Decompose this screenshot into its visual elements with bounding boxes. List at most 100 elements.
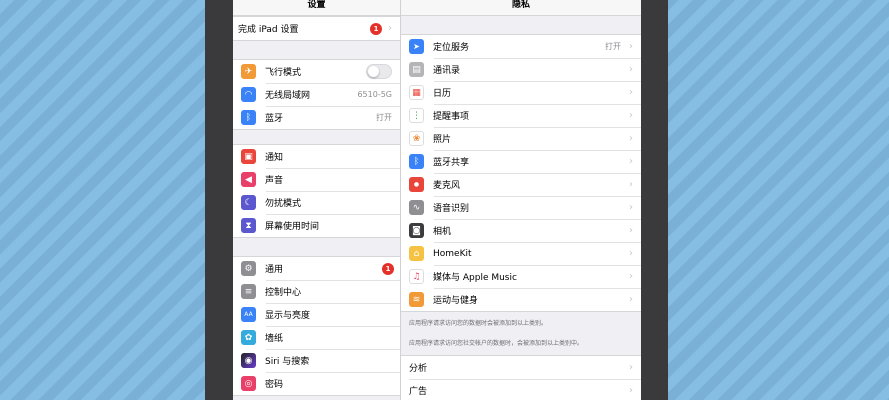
notifications-group: ▣ 通知 ◀ 声音 ☾ 勿扰模式 ⧗ 屏幕使用时间: [233, 144, 400, 238]
setup-badge: 1: [370, 22, 382, 35]
music-note-icon: ♫: [409, 269, 424, 284]
siri-search-row[interactable]: ◉ Siri 与搜索: [233, 349, 400, 372]
switches-icon: ≡: [241, 284, 256, 299]
hourglass-icon: ⧗: [241, 218, 256, 233]
passcode-row[interactable]: ◎ 密码: [233, 372, 400, 395]
sounds-label: 声音: [265, 176, 284, 186]
location-arrow-icon: ➤: [409, 39, 424, 54]
wallpaper-row[interactable]: ✿ 墙纸: [233, 326, 400, 349]
bluetooth-value: 打开: [376, 113, 392, 122]
gear-icon: ⚙: [241, 261, 256, 276]
contacts-label: 通讯录: [433, 66, 461, 76]
home-icon: ⌂: [409, 246, 424, 261]
chevron-right-icon: ›: [629, 385, 633, 396]
analytics-ads-group: 分析 › 广告 ›: [401, 355, 641, 400]
camera-label: 相机: [433, 227, 452, 237]
chevron-right-icon: ›: [629, 362, 633, 373]
chevron-right-icon: ›: [629, 202, 633, 213]
contacts-icon: ▤: [409, 62, 424, 77]
advertising-row[interactable]: 广告 ›: [401, 379, 641, 400]
reminders-row[interactable]: ⋮ 提醒事项 ›: [401, 104, 641, 127]
calendars-row[interactable]: ▦ 日历 ›: [401, 81, 641, 104]
chevron-right-icon: ›: [629, 179, 633, 190]
motion-fitness-row[interactable]: ≋ 运动与健身 ›: [401, 288, 641, 311]
text-size-icon: AA: [241, 307, 256, 322]
airplane-mode-toggle[interactable]: [366, 64, 392, 79]
fingerprint-icon: ◎: [241, 376, 256, 391]
photos-label: 照片: [433, 135, 452, 145]
location-services-row[interactable]: ➤ 定位服务 打开 ›: [401, 35, 641, 58]
microphone-label: 麦克风: [433, 181, 461, 191]
camera-row[interactable]: ◙ 相机 ›: [401, 219, 641, 242]
wifi-value: 6510-5G: [357, 90, 392, 99]
display-brightness-label: 显示与亮度: [265, 311, 311, 321]
media-apple-music-label: 媒体与 Apple Music: [433, 273, 517, 283]
bluetooth-row[interactable]: ᛒ 蓝牙 打开: [233, 106, 400, 129]
notifications-label: 通知: [265, 153, 284, 163]
screen-time-label: 屏幕使用时间: [265, 222, 320, 232]
airplane-mode-row[interactable]: ✈ 飞行模式: [233, 60, 400, 83]
notification-icon: ▣: [241, 149, 256, 164]
motion-fitness-label: 运动与健身: [433, 296, 479, 306]
chevron-right-icon: ›: [629, 294, 633, 305]
analytics-row[interactable]: 分析 ›: [401, 356, 641, 379]
wallpaper-label: 墙纸: [265, 334, 284, 344]
privacy-footnote-social: 应用程序请求访问您社交帐户的数据时，会被添加到以上类别中。: [409, 340, 584, 347]
fitness-icon: ≋: [409, 292, 424, 307]
privacy-title: 隐私: [401, 0, 641, 16]
general-label: 通用: [265, 265, 284, 275]
ipad-screen: 设置 完成 iPad 设置 1 › ✈ 飞行模式 ◠ 无线局域网 6510-5G…: [233, 0, 641, 400]
chevron-right-icon: ›: [388, 23, 392, 34]
analytics-label: 分析: [409, 364, 428, 374]
flower-icon: ✿: [241, 330, 256, 345]
siri-icon: ◉: [241, 353, 256, 368]
bluetooth-sharing-label: 蓝牙共享: [433, 158, 470, 168]
siri-search-label: Siri 与搜索: [265, 357, 310, 367]
connectivity-group: ✈ 飞行模式 ◠ 无线局域网 6510-5G ᛒ 蓝牙 打开: [233, 59, 400, 130]
control-center-label: 控制中心: [265, 288, 302, 298]
screen-time-row[interactable]: ⧗ 屏幕使用时间: [233, 214, 400, 237]
airplane-mode-label: 飞行模式: [265, 68, 302, 78]
general-group: ⚙ 通用 1 ≡ 控制中心 AA 显示与亮度 ✿ 墙纸 ◉ Siri 与搜索 ◎: [233, 256, 400, 396]
do-not-disturb-row[interactable]: ☾ 勿扰模式: [233, 191, 400, 214]
passcode-label: 密码: [265, 380, 284, 390]
settings-pane: 设置 完成 iPad 设置 1 › ✈ 飞行模式 ◠ 无线局域网 6510-5G…: [233, 0, 401, 400]
chevron-right-icon: ›: [629, 225, 633, 236]
location-services-value: 打开: [605, 42, 621, 51]
wifi-icon: ◠: [241, 87, 256, 102]
microphone-row[interactable]: ● 麦克风 ›: [401, 173, 641, 196]
sound-icon: ◀: [241, 172, 256, 187]
homekit-row[interactable]: ⌂ HomeKit ›: [401, 242, 641, 265]
display-brightness-row[interactable]: AA 显示与亮度: [233, 303, 400, 326]
bluetooth-icon: ᛒ: [409, 154, 424, 169]
sounds-row[interactable]: ◀ 声音: [233, 168, 400, 191]
advertising-label: 广告: [409, 387, 428, 397]
bluetooth-label: 蓝牙: [265, 114, 284, 124]
speech-recognition-label: 语音识别: [433, 204, 470, 214]
bluetooth-icon: ᛒ: [241, 110, 256, 125]
notifications-row[interactable]: ▣ 通知: [233, 145, 400, 168]
do-not-disturb-label: 勿扰模式: [265, 199, 302, 209]
photos-row[interactable]: ❀ 照片 ›: [401, 127, 641, 150]
calendars-label: 日历: [433, 89, 452, 99]
control-center-row[interactable]: ≡ 控制中心: [233, 280, 400, 303]
moon-icon: ☾: [241, 195, 256, 210]
general-row[interactable]: ⚙ 通用 1: [233, 257, 400, 280]
chevron-right-icon: ›: [629, 110, 633, 121]
chevron-right-icon: ›: [629, 156, 633, 167]
chevron-right-icon: ›: [629, 41, 633, 52]
camera-icon: ◙: [409, 223, 424, 238]
calendar-icon: ▦: [409, 85, 424, 100]
media-apple-music-row[interactable]: ♫ 媒体与 Apple Music ›: [401, 265, 641, 288]
homekit-label: HomeKit: [433, 248, 472, 259]
reminders-icon: ⋮: [409, 108, 424, 123]
speech-recognition-row[interactable]: ∿ 语音识别 ›: [401, 196, 641, 219]
bluetooth-sharing-row[interactable]: ᛒ 蓝牙共享 ›: [401, 150, 641, 173]
finish-setup-row[interactable]: 完成 iPad 设置 1 ›: [233, 17, 400, 40]
wifi-row[interactable]: ◠ 无线局域网 6510-5G: [233, 83, 400, 106]
chevron-right-icon: ›: [629, 271, 633, 282]
contacts-row[interactable]: ▤ 通讯录 ›: [401, 58, 641, 81]
